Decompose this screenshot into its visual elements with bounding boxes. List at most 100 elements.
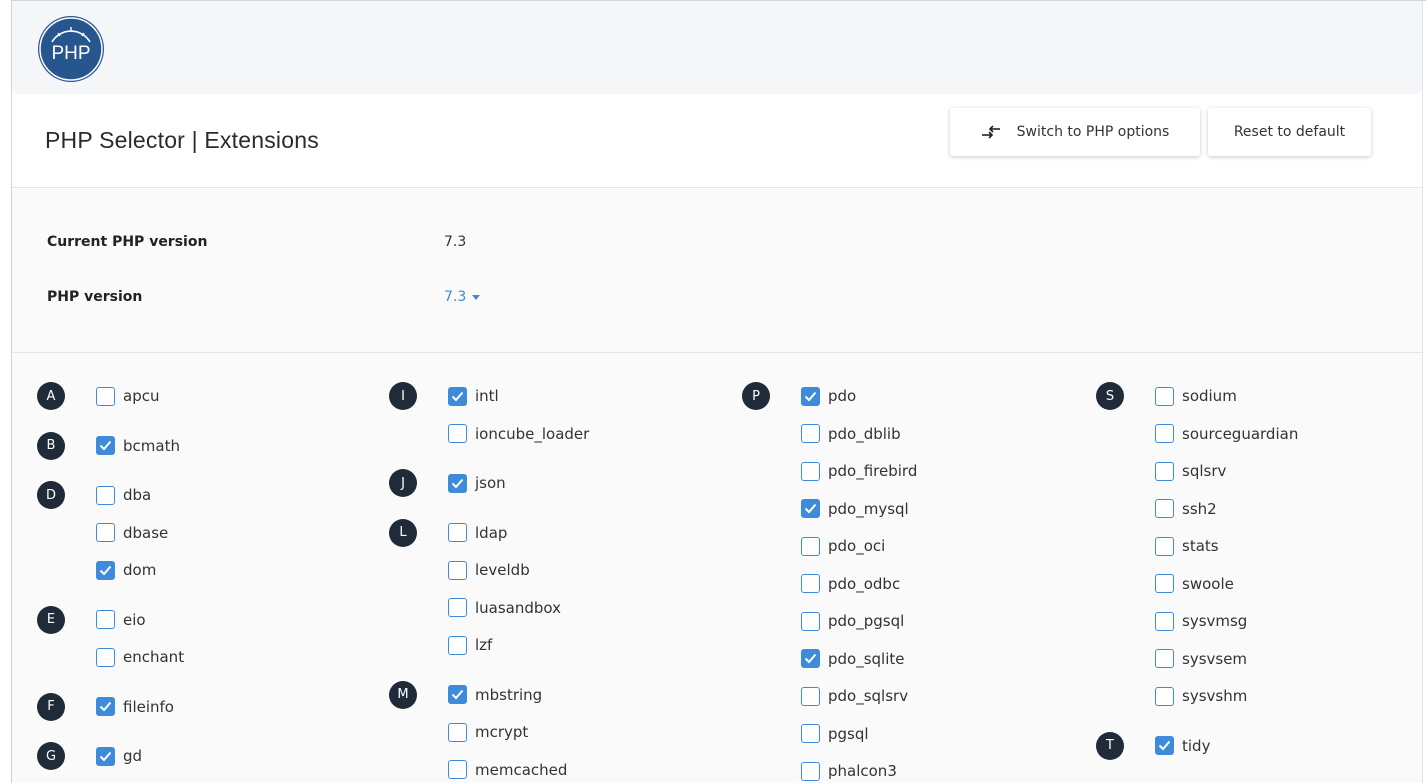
- reset-to-default-button[interactable]: Reset to default: [1208, 108, 1371, 156]
- extension-checkbox[interactable]: [448, 424, 467, 443]
- extension-gd[interactable]: gd: [96, 745, 142, 767]
- extension-intl[interactable]: intl: [448, 385, 499, 407]
- extension-pdo-sqlsrv[interactable]: pdo_sqlsrv: [801, 685, 908, 707]
- extension-label: pgsql: [828, 724, 869, 743]
- extension-sqlsrv[interactable]: sqlsrv: [1155, 460, 1226, 482]
- php-logo: PHP: [38, 16, 104, 82]
- extension-sysvmsg[interactable]: sysvmsg: [1155, 610, 1247, 632]
- extension-checkbox[interactable]: [801, 574, 820, 593]
- extension-checkbox[interactable]: [801, 649, 820, 668]
- extension-checkbox[interactable]: [1155, 686, 1174, 706]
- extension-checkbox[interactable]: [448, 685, 467, 704]
- extension-checkbox[interactable]: [448, 386, 467, 406]
- extension-label: dom: [123, 561, 157, 579]
- extension-checkbox[interactable]: [1155, 424, 1174, 443]
- extension-checkbox[interactable]: [448, 760, 467, 779]
- extension-checkbox[interactable]: [96, 610, 115, 629]
- extension-swoole[interactable]: swoole: [1155, 573, 1234, 595]
- extension-checkbox[interactable]: [448, 598, 467, 617]
- extension-eio[interactable]: eio: [96, 609, 146, 631]
- extension-luasandbox[interactable]: luasandbox: [448, 597, 561, 619]
- extension-pdo-odbc[interactable]: pdo_odbc: [801, 573, 900, 595]
- extension-checkbox[interactable]: [448, 523, 467, 542]
- extension-pdo-sqlite[interactable]: pdo_sqlite: [801, 648, 905, 670]
- extension-label: apcu: [123, 387, 160, 405]
- extension-pdo-mysql[interactable]: pdo_mysql: [801, 498, 909, 520]
- extension-checkbox[interactable]: [96, 746, 115, 766]
- checkmark-icon: [451, 478, 464, 488]
- extension-apcu[interactable]: apcu: [96, 385, 159, 407]
- extension-pdo-firebird[interactable]: pdo_firebird: [801, 460, 917, 482]
- extension-checkbox[interactable]: [801, 611, 820, 631]
- extension-pdo-dblib[interactable]: pdo_dblib: [801, 423, 901, 445]
- extension-mbstring[interactable]: mbstring: [448, 684, 542, 706]
- extension-sysvshm[interactable]: sysvshm: [1155, 685, 1247, 707]
- extension-label: dba: [123, 486, 152, 504]
- extension-ssh2[interactable]: ssh2: [1155, 498, 1217, 520]
- extension-label: memcached: [475, 760, 568, 779]
- extension-checkbox[interactable]: [1155, 386, 1174, 406]
- checkmark-icon: [99, 565, 112, 575]
- extension-label: sqlsrv: [1182, 462, 1227, 480]
- extension-checkbox[interactable]: [801, 724, 820, 743]
- extension-lzf[interactable]: lzf: [448, 634, 492, 656]
- extension-enchant[interactable]: enchant: [96, 646, 184, 668]
- version-info: Current PHP version 7.3 PHP version 7.3: [12, 189, 1422, 353]
- extension-ldap[interactable]: ldap: [448, 522, 507, 544]
- extension-checkbox[interactable]: [1155, 736, 1174, 755]
- extension-sodium[interactable]: sodium: [1155, 385, 1237, 407]
- switch-button-label: Switch to PHP options: [1016, 124, 1170, 140]
- extension-checkbox[interactable]: [96, 523, 115, 542]
- extension-leveldb[interactable]: leveldb: [448, 559, 530, 581]
- extension-memcached[interactable]: memcached: [448, 759, 567, 781]
- extension-stats[interactable]: stats: [1155, 535, 1219, 557]
- extension-json[interactable]: json: [448, 472, 506, 494]
- extension-checkbox[interactable]: [1155, 536, 1174, 556]
- extension-checkbox[interactable]: [448, 560, 467, 580]
- extension-pgsql[interactable]: pgsql: [801, 723, 869, 745]
- extension-checkbox[interactable]: [448, 722, 467, 742]
- extension-checkbox[interactable]: [96, 697, 115, 716]
- extension-label: fileinfo: [123, 697, 174, 716]
- extension-checkbox[interactable]: [1155, 611, 1174, 631]
- extension-checkbox[interactable]: [801, 536, 820, 556]
- letter-badge-t: T: [1096, 731, 1124, 760]
- extension-dbase[interactable]: dbase: [96, 522, 168, 544]
- extension-dba[interactable]: dba: [96, 484, 151, 506]
- extension-checkbox[interactable]: [96, 386, 115, 406]
- extension-checkbox[interactable]: [96, 485, 115, 505]
- extension-label: pdo_odbc: [828, 574, 901, 593]
- extension-checkbox[interactable]: [96, 560, 115, 580]
- extension-checkbox[interactable]: [96, 436, 115, 455]
- extension-sysvsem[interactable]: sysvsem: [1155, 648, 1247, 670]
- extension-pdo-oci[interactable]: pdo_oci: [801, 535, 885, 557]
- extension-checkbox[interactable]: [801, 499, 820, 518]
- extension-checkbox[interactable]: [1155, 649, 1174, 668]
- extension-checkbox[interactable]: [448, 473, 467, 493]
- extension-label: ssh2: [1182, 499, 1217, 518]
- switch-to-php-options-button[interactable]: Switch to PHP options: [950, 108, 1200, 156]
- extension-checkbox[interactable]: [801, 386, 820, 406]
- extension-checkbox[interactable]: [1155, 574, 1174, 593]
- extension-sourceguardian[interactable]: sourceguardian: [1155, 423, 1298, 445]
- extension-pdo[interactable]: pdo: [801, 385, 856, 407]
- extension-checkbox[interactable]: [801, 686, 820, 706]
- extension-checkbox[interactable]: [801, 461, 820, 481]
- checkmark-icon: [804, 503, 817, 514]
- extension-checkbox[interactable]: [1155, 461, 1174, 481]
- extension-label: swoole: [1182, 574, 1234, 593]
- extension-tidy[interactable]: tidy: [1155, 735, 1210, 757]
- extension-checkbox[interactable]: [1155, 499, 1174, 518]
- extension-mcrypt[interactable]: mcrypt: [448, 721, 528, 743]
- php-version-dropdown[interactable]: 7.3: [444, 289, 481, 305]
- extension-phalcon3[interactable]: phalcon3: [801, 760, 897, 782]
- extension-dom[interactable]: dom: [96, 559, 156, 581]
- extension-fileinfo[interactable]: fileinfo: [96, 696, 174, 718]
- extension-bcmath[interactable]: bcmath: [96, 435, 180, 457]
- extension-checkbox[interactable]: [96, 647, 115, 667]
- extension-checkbox[interactable]: [801, 424, 820, 443]
- extension-checkbox[interactable]: [801, 761, 820, 781]
- extension-ioncube-loader[interactable]: ioncube_loader: [448, 423, 589, 445]
- extension-pdo-pgsql[interactable]: pdo_pgsql: [801, 610, 904, 632]
- extension-checkbox[interactable]: [448, 635, 467, 655]
